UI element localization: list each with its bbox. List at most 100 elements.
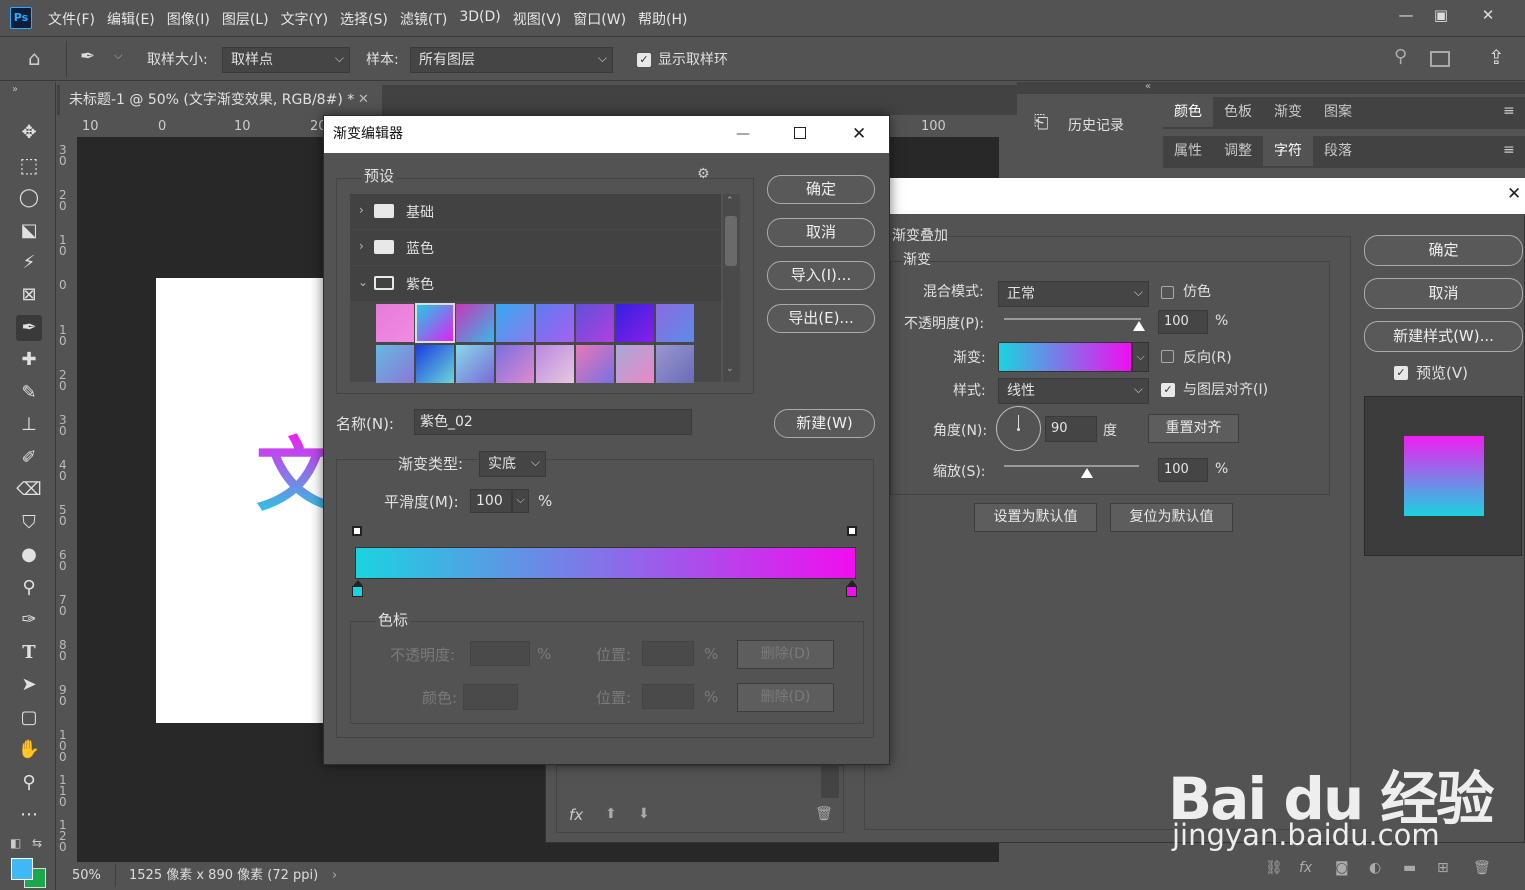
chevron-down-icon[interactable]: ⌵ [512, 489, 529, 513]
preview-checkbox[interactable]: ✓ [1394, 366, 1408, 380]
opacity-stop-right[interactable] [847, 526, 857, 536]
sample-size-select[interactable]: 取样点 [222, 46, 350, 73]
preset-folder[interactable]: › 蓝色 [350, 230, 721, 265]
export-button[interactable]: 导出(E)... [767, 304, 875, 333]
menu-view[interactable]: 视图(V) [513, 9, 562, 29]
menu-select[interactable]: 选择(S) [340, 9, 388, 29]
crop-tool-icon[interactable]: ⊠ [16, 282, 42, 308]
angle-input[interactable]: 90 [1045, 416, 1097, 442]
menu-help[interactable]: 帮助(H) [638, 9, 687, 29]
new-gradient-button[interactable]: 新建(W) [774, 409, 875, 438]
layer-style-ok-button[interactable]: 确定 [1364, 235, 1523, 266]
scroll-down-icon[interactable]: ⌄ [726, 364, 734, 374]
preset-swatch[interactable] [456, 345, 494, 383]
tab-character[interactable]: 字符 [1263, 136, 1313, 166]
trash-icon[interactable]: 🗑 [1473, 860, 1491, 876]
search-icon[interactable]: ⚲ [1394, 46, 1407, 67]
opacity-slider[interactable] [1004, 318, 1141, 320]
pen-tool-icon[interactable]: ✑ [16, 607, 42, 633]
foreground-color-swatch[interactable] [11, 858, 33, 880]
document-canvas[interactable]: 文 [156, 278, 336, 723]
ok-button[interactable]: 确定 [767, 175, 875, 204]
scale-input[interactable]: 100 [1158, 458, 1208, 482]
document-tab[interactable]: 未标题-1 @ 50% (文字渐变效果, RGB/8#) * ✕ [60, 85, 382, 115]
history-brush-tool-icon[interactable]: ✐ [16, 445, 42, 471]
preset-swatch[interactable] [656, 345, 694, 383]
more-tools-icon[interactable]: ⋯ [16, 802, 42, 828]
eraser-tool-icon[interactable]: ⌫ [16, 477, 42, 503]
reverse-checkbox[interactable] [1161, 350, 1174, 363]
dodge-tool-icon[interactable]: ⚲ [16, 575, 42, 601]
scale-slider-knob[interactable] [1081, 468, 1093, 478]
swap-colors-icon[interactable]: ⇆ [32, 836, 42, 850]
maximize-icon[interactable]: ▣ [1427, 4, 1455, 26]
reset-default-button[interactable]: 复位为默认值 [1110, 503, 1233, 532]
adjustment-icon[interactable]: ◐ [1369, 860, 1381, 876]
close-icon[interactable]: ✕ [852, 116, 866, 153]
close-icon[interactable]: ✕ [1474, 4, 1502, 26]
preset-swatch[interactable] [456, 304, 494, 342]
object-select-tool-icon[interactable]: ⬕ [16, 218, 42, 244]
preset-swatch[interactable] [376, 304, 414, 342]
tab-swatches[interactable]: 色板 [1213, 97, 1263, 127]
lasso-tool-icon[interactable]: ◯ [16, 185, 42, 211]
preset-swatch[interactable] [416, 345, 454, 383]
new-layer-icon[interactable]: ⊞ [1437, 860, 1449, 876]
gradient-bar[interactable] [355, 547, 856, 579]
home-icon[interactable]: ⌂ [28, 47, 52, 69]
fx-label[interactable]: fx [569, 806, 583, 824]
menu-3d[interactable]: 3D(D) [459, 9, 500, 29]
color-stop-left[interactable] [352, 586, 363, 597]
panel-menu-icon[interactable]: ≡ [1503, 103, 1515, 119]
move-up-icon[interactable]: ⬆ [605, 806, 617, 822]
scrollbar-thumb[interactable] [725, 216, 737, 266]
chevron-right-icon[interactable]: › [359, 239, 364, 253]
gradient-preview-swatch[interactable] [998, 342, 1132, 372]
show-ring-checkbox[interactable]: ✓ [637, 53, 651, 67]
opacity-slider-knob[interactable] [1133, 321, 1145, 331]
hand-tool-icon[interactable]: ✋ [16, 737, 42, 763]
tab-patterns[interactable]: 图案 [1313, 97, 1363, 127]
blend-mode-select[interactable]: 正常 [998, 280, 1149, 307]
tab-color[interactable]: 颜色 [1163, 97, 1213, 127]
reset-align-button[interactable]: 重置对齐 [1148, 414, 1239, 443]
eyedropper-icon[interactable]: ✒ [16, 315, 42, 341]
preset-swatch[interactable] [536, 304, 574, 342]
group-icon[interactable]: ▬ [1403, 860, 1416, 876]
import-button[interactable]: 导入(I)... [767, 261, 875, 290]
chevron-right-icon[interactable]: › [359, 203, 364, 217]
shape-tool-icon[interactable]: ▢ [16, 705, 42, 731]
trash-icon[interactable]: 🗑 [815, 806, 833, 822]
brush-tool-icon[interactable]: ✎ [16, 380, 42, 406]
paint-bucket-tool-icon[interactable]: ⛉ [16, 510, 42, 536]
path-select-tool-icon[interactable]: ➤ [16, 672, 42, 698]
healing-brush-tool-icon[interactable]: ✚ [16, 347, 42, 373]
menu-image[interactable]: 图像(I) [167, 9, 210, 29]
menu-filter[interactable]: 滤镜(T) [400, 9, 447, 29]
zoom-level[interactable]: 50% [72, 864, 101, 888]
opacity-input[interactable]: 100 [1158, 310, 1208, 334]
tab-adjustments[interactable]: 调整 [1213, 136, 1263, 166]
zoom-tool-icon[interactable]: ⚲ [16, 770, 42, 796]
smoothness-input[interactable]: 100 [470, 489, 512, 513]
magic-wand-tool-icon[interactable]: ⚡ [16, 250, 42, 276]
preset-swatch[interactable] [536, 345, 574, 383]
minimize-icon[interactable]: — [1392, 4, 1420, 26]
cancel-button[interactable]: 取消 [767, 218, 875, 247]
preset-folder[interactable]: › 基础 [350, 194, 721, 229]
preset-swatch[interactable] [616, 345, 654, 383]
share-icon[interactable]: ⇪ [1488, 45, 1505, 69]
fx-icon[interactable]: fx [1299, 860, 1312, 876]
history-panel-tab[interactable]: ⎗ 历史记录 [1022, 100, 1158, 146]
scroll-up-icon[interactable]: ⌃ [726, 196, 734, 206]
gradient-type-select[interactable]: 实底 [479, 450, 546, 477]
preset-folder-open[interactable]: ⌄ 紫色 [350, 266, 721, 301]
chevron-down-icon[interactable]: ⌵ [1132, 342, 1149, 372]
tab-paragraph[interactable]: 段落 [1313, 136, 1363, 166]
tab-gradients[interactable]: 渐变 [1263, 97, 1313, 127]
chevron-right-icon[interactable]: › [332, 864, 337, 888]
move-tool-icon[interactable]: ✥ [16, 120, 42, 146]
expand-icon[interactable]: » [12, 84, 18, 95]
default-colors-icon[interactable]: ◧ [10, 836, 21, 850]
marquee-tool-icon[interactable]: ⬚ [16, 152, 42, 178]
